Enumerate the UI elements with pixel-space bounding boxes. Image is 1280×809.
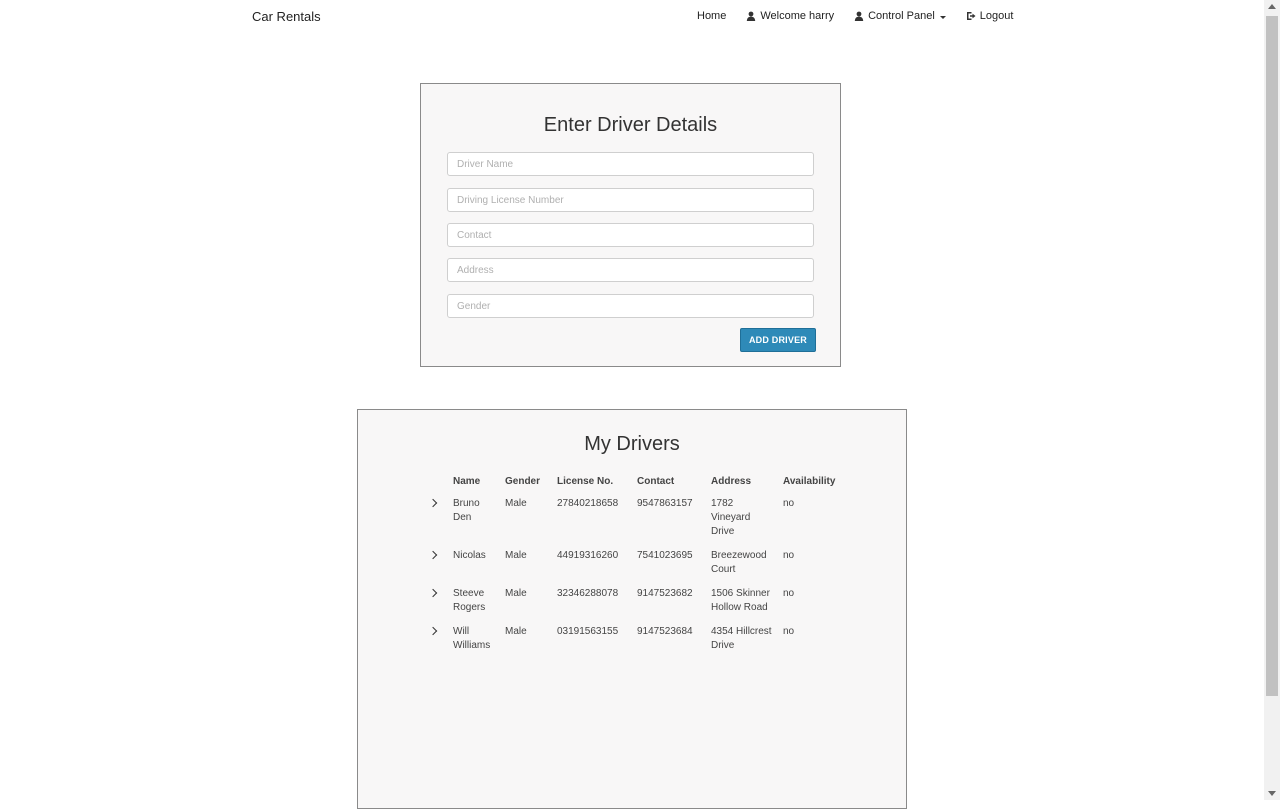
add-driver-button[interactable]: ADD DRIVER (740, 328, 816, 352)
cell-contact: 9147523682 (637, 588, 693, 599)
cell-address: 1506 Skinner Hollow Road (711, 588, 770, 613)
expand-cell (424, 549, 448, 587)
column-header-address: Address (711, 476, 752, 487)
nav-home-link[interactable]: Home (697, 10, 726, 22)
nav-logout-label: Logout (979, 10, 1014, 22)
cell-availability: no (783, 626, 795, 637)
caret-down-icon (939, 15, 946, 19)
nav-home-label: Home (697, 10, 727, 22)
brand-link[interactable]: Car Rentals (252, 9, 321, 24)
logout-icon (966, 12, 976, 20)
nav-control-panel-dropdown[interactable]: Control Panel (854, 10, 946, 22)
chevron-right-icon[interactable] (428, 498, 438, 508)
contact-input[interactable] (447, 223, 814, 247)
chevron-right-icon[interactable] (428, 588, 438, 598)
address-input[interactable] (447, 258, 814, 282)
cell-license: 32346288078 (557, 588, 619, 599)
scroll-down-icon[interactable] (1268, 791, 1276, 796)
chevron-right-icon[interactable] (428, 626, 438, 636)
user-icon (747, 11, 756, 21)
driver-name-input[interactable] (447, 152, 814, 176)
header-spacer (424, 476, 448, 497)
license-number-input[interactable] (447, 188, 814, 212)
table-row: Nicolas Male 44919316260 7541023695 Bree… (424, 549, 848, 587)
nav-welcome-label: Welcome harry (760, 10, 835, 22)
user-icon (854, 11, 864, 21)
cell-gender: Male (505, 588, 527, 599)
table-row: Steeve Rogers Male 32346288078 914752368… (424, 587, 848, 625)
table-header-row: Name Gender License No. Contact Address … (424, 476, 848, 497)
column-header-license: License No. (557, 476, 614, 487)
chevron-right-icon[interactable] (428, 550, 438, 560)
driver-form-panel: Enter Driver Details ADD DRIVER (420, 83, 841, 367)
cell-name: Will Williams (453, 626, 491, 651)
cell-gender: Male (505, 626, 527, 637)
cell-contact: 9547863157 (637, 498, 693, 509)
cell-name: Steeve Rogers (453, 588, 486, 613)
cell-gender: Male (505, 550, 527, 561)
cell-availability: no (783, 588, 795, 599)
table-row: Will Williams Male 03191563155 914752368… (424, 625, 848, 663)
navbar: Car Rentals Home Welcome harry Control P… (0, 0, 1264, 34)
column-header-name: Name (453, 476, 481, 487)
nav-control-panel-label: Control Panel (868, 10, 935, 22)
expand-cell (424, 497, 448, 549)
cell-name: Nicolas (453, 550, 486, 561)
column-header-gender: Gender (505, 476, 541, 487)
column-header-contact: Contact (637, 476, 675, 487)
nav-welcome-link[interactable]: Welcome harry (746, 10, 834, 22)
column-header-availability: Availability (783, 476, 836, 487)
scroll-up-icon[interactable] (1268, 4, 1276, 9)
cell-address: Breezewood Court (711, 550, 767, 575)
cell-license: 03191563155 (557, 626, 619, 637)
table-row: Bruno Den Male 27840218658 9547863157 17… (424, 497, 848, 549)
cell-contact: 9147523684 (637, 626, 693, 637)
nav-links: Home Welcome harry Control Panel Logout (697, 10, 1013, 22)
drivers-table: Name Gender License No. Contact Address … (424, 476, 848, 663)
drivers-title: My Drivers (584, 433, 680, 455)
expand-cell (424, 625, 448, 663)
cell-availability: no (783, 550, 795, 561)
cell-contact: 7541023695 (637, 550, 693, 561)
form-title: Enter Driver Details (543, 114, 718, 136)
nav-logout-link[interactable]: Logout (966, 10, 1014, 22)
cell-address: 1782 Vineyard Drive (711, 498, 751, 537)
cell-availability: no (783, 498, 795, 509)
scrollbar-thumb[interactable] (1266, 16, 1278, 696)
gender-input[interactable] (447, 294, 814, 318)
expand-cell (424, 587, 448, 625)
cell-license: 44919316260 (557, 550, 619, 561)
cell-name: Bruno Den (453, 498, 480, 523)
cell-gender: Male (505, 498, 527, 509)
page-scrollbar[interactable] (1264, 0, 1280, 800)
cell-license: 27840218658 (557, 498, 619, 509)
cell-address: 4354 Hillcrest Drive (711, 626, 772, 651)
drivers-panel: My Drivers Name Gender License No. Conta… (357, 409, 907, 809)
